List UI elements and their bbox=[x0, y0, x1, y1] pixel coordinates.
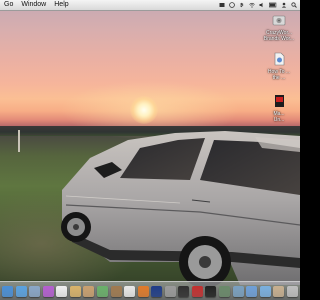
itunes-icon[interactable] bbox=[42, 285, 54, 297]
desktop-icon-red-file[interactable]: Ma... Un... bbox=[258, 94, 300, 123]
firefox-icon[interactable] bbox=[137, 285, 149, 297]
activity-monitor-icon[interactable] bbox=[219, 285, 230, 297]
calendar-icon[interactable] bbox=[56, 285, 68, 297]
mail-icon[interactable] bbox=[29, 285, 41, 297]
timemachine-icon[interactable] bbox=[229, 2, 235, 8]
terminal-icon[interactable] bbox=[205, 285, 217, 297]
wifi-icon[interactable] bbox=[249, 2, 255, 8]
menu-help[interactable]: Help bbox=[50, 0, 72, 10]
document-icon bbox=[274, 52, 285, 66]
network-icon[interactable] bbox=[232, 285, 244, 297]
ichat-icon[interactable] bbox=[96, 285, 108, 297]
photo-icon[interactable] bbox=[83, 285, 95, 297]
desktop-icon-label-line2: the ... bbox=[272, 75, 286, 81]
stack-icon[interactable] bbox=[273, 285, 285, 297]
menu-window[interactable]: Window bbox=[17, 0, 50, 10]
menu-bar: Go Window Help bbox=[0, 0, 300, 11]
finder-icon[interactable] bbox=[2, 285, 13, 297]
address-book-icon[interactable] bbox=[110, 285, 122, 297]
battery-icon[interactable] bbox=[269, 2, 277, 8]
preview-icon[interactable] bbox=[69, 285, 81, 297]
textedit-icon[interactable] bbox=[124, 285, 136, 297]
disk-image-icon bbox=[272, 15, 286, 26]
user-icon[interactable] bbox=[281, 2, 287, 8]
desktop-icon-label-line2: Brands Wor... bbox=[263, 36, 295, 42]
desktop-icon-label-line2: Un... bbox=[273, 117, 285, 123]
red-app-icon[interactable] bbox=[191, 285, 203, 297]
menu-extras bbox=[219, 2, 300, 8]
spotlight-icon[interactable] bbox=[291, 2, 297, 8]
dropbox-icon[interactable] bbox=[219, 2, 225, 8]
bluetooth-icon[interactable] bbox=[239, 2, 245, 8]
documents-folder-icon[interactable] bbox=[259, 285, 271, 297]
trash-icon[interactable] bbox=[286, 285, 298, 297]
desktop-icon-howto[interactable]: How To ... the ... bbox=[258, 52, 300, 81]
desktop-wallpaper bbox=[0, 0, 300, 300]
menu-go[interactable]: Go bbox=[0, 0, 17, 10]
safari-icon[interactable] bbox=[15, 285, 27, 297]
volume-icon[interactable] bbox=[259, 2, 265, 8]
red-file-icon bbox=[275, 95, 284, 107]
photoshop-icon[interactable] bbox=[151, 285, 163, 297]
dvd-player-icon[interactable] bbox=[178, 285, 190, 297]
dock bbox=[0, 281, 300, 300]
desktop-icon-crazyworld[interactable]: CrazyWor... Brands Wor... bbox=[258, 13, 300, 42]
system-prefs-icon[interactable] bbox=[164, 285, 176, 297]
delorean-car bbox=[61, 131, 300, 288]
downloads-folder-icon[interactable] bbox=[246, 285, 258, 297]
